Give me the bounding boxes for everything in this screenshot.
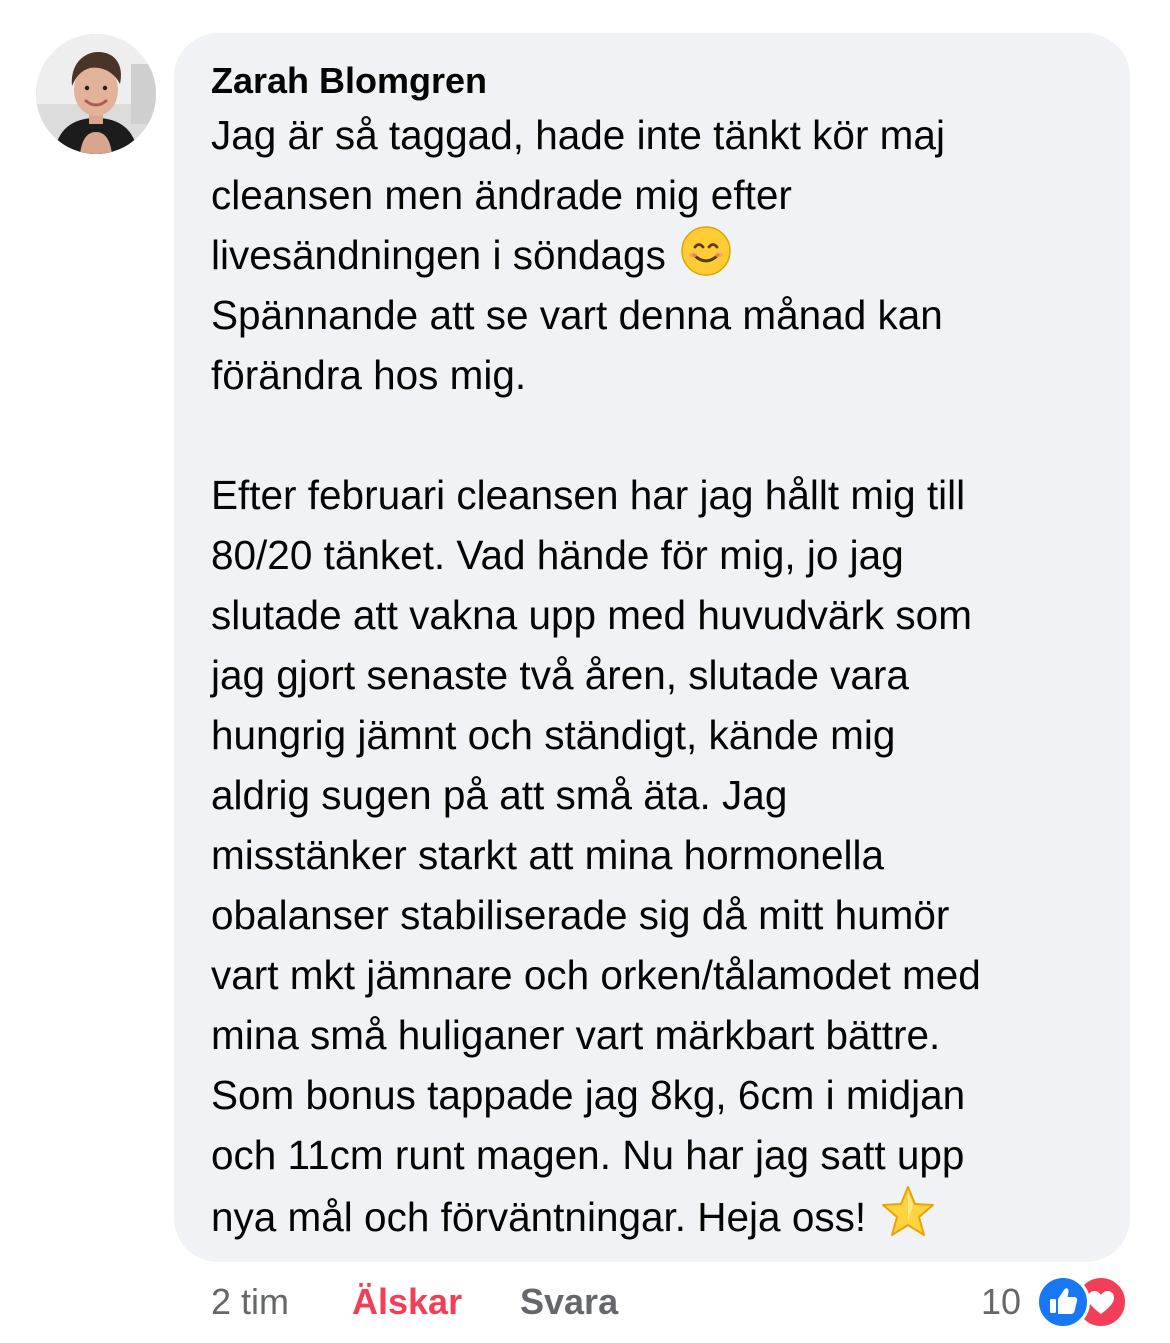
paragraph-break bbox=[211, 405, 1100, 465]
comment-line: Spännande att se vart denna månad kan bbox=[211, 292, 943, 338]
comment-line: livesändningen i söndags bbox=[211, 225, 1100, 285]
comment-line: och 11cm runt magen. Nu har jag satt upp bbox=[211, 1132, 965, 1178]
comment-footer: 2 tim Älskar Svara 10 bbox=[0, 1272, 1170, 1332]
comment-author[interactable]: Zarah Blomgren bbox=[211, 59, 1100, 103]
comment-line: vart mkt jämnare och orken/tålamodet med bbox=[211, 952, 981, 998]
comment-line-text: livesändningen i söndags bbox=[211, 232, 666, 278]
comment-line: mina små huliganer vart märkbart bättre. bbox=[211, 1012, 941, 1058]
comment-line: aldrig sugen på att små äta. Jag bbox=[211, 772, 788, 818]
comment-line: Efter februari cleansen har jag hållt mi… bbox=[211, 472, 966, 518]
comment-line: obalanser stabiliserade sig då mitt humö… bbox=[211, 892, 950, 938]
profile-photo bbox=[36, 34, 156, 154]
like-icon bbox=[1036, 1275, 1090, 1329]
comment-line: slutade att vakna upp med huvudvärk som bbox=[211, 592, 972, 638]
reaction-count[interactable]: 10 bbox=[981, 1272, 1021, 1332]
comment-line: jag gjort senaste två åren, slutade vara bbox=[211, 652, 909, 698]
comment-line: Jag är så taggad, hade inte tänkt kör ma… bbox=[211, 112, 945, 158]
comment-bubble: Zarah Blomgren Jag är så taggad, hade in… bbox=[174, 33, 1130, 1262]
love-reaction-button[interactable]: Älskar bbox=[352, 1272, 462, 1332]
comment-line: misstänker starkt att mina hormonella bbox=[211, 832, 884, 878]
star-icon bbox=[880, 1185, 936, 1255]
smiling-face-icon bbox=[680, 225, 732, 293]
comment-line: 80/20 tänket. Vad hände för mig, jo jag bbox=[211, 532, 904, 578]
comment-line: Som bonus tappade jag 8kg, 6cm i midjan bbox=[211, 1072, 966, 1118]
reply-button[interactable]: Svara bbox=[520, 1272, 618, 1332]
comment-line-text: nya mål och förväntningar. Heja oss! bbox=[211, 1194, 867, 1240]
reaction-summary[interactable] bbox=[1036, 1275, 1136, 1329]
comment-line: nya mål och förväntningar. Heja oss! bbox=[211, 1185, 1100, 1245]
comment-text: Jag är så taggad, hade inte tänkt kör ma… bbox=[211, 105, 1100, 1245]
comment-line: förändra hos mig. bbox=[211, 352, 527, 398]
comment-line: hungrig jämnt och ständigt, kände mig bbox=[211, 712, 896, 758]
avatar[interactable] bbox=[36, 34, 156, 154]
timestamp[interactable]: 2 tim bbox=[211, 1272, 289, 1332]
comment-line: cleansen men ändrade mig efter bbox=[211, 172, 792, 218]
